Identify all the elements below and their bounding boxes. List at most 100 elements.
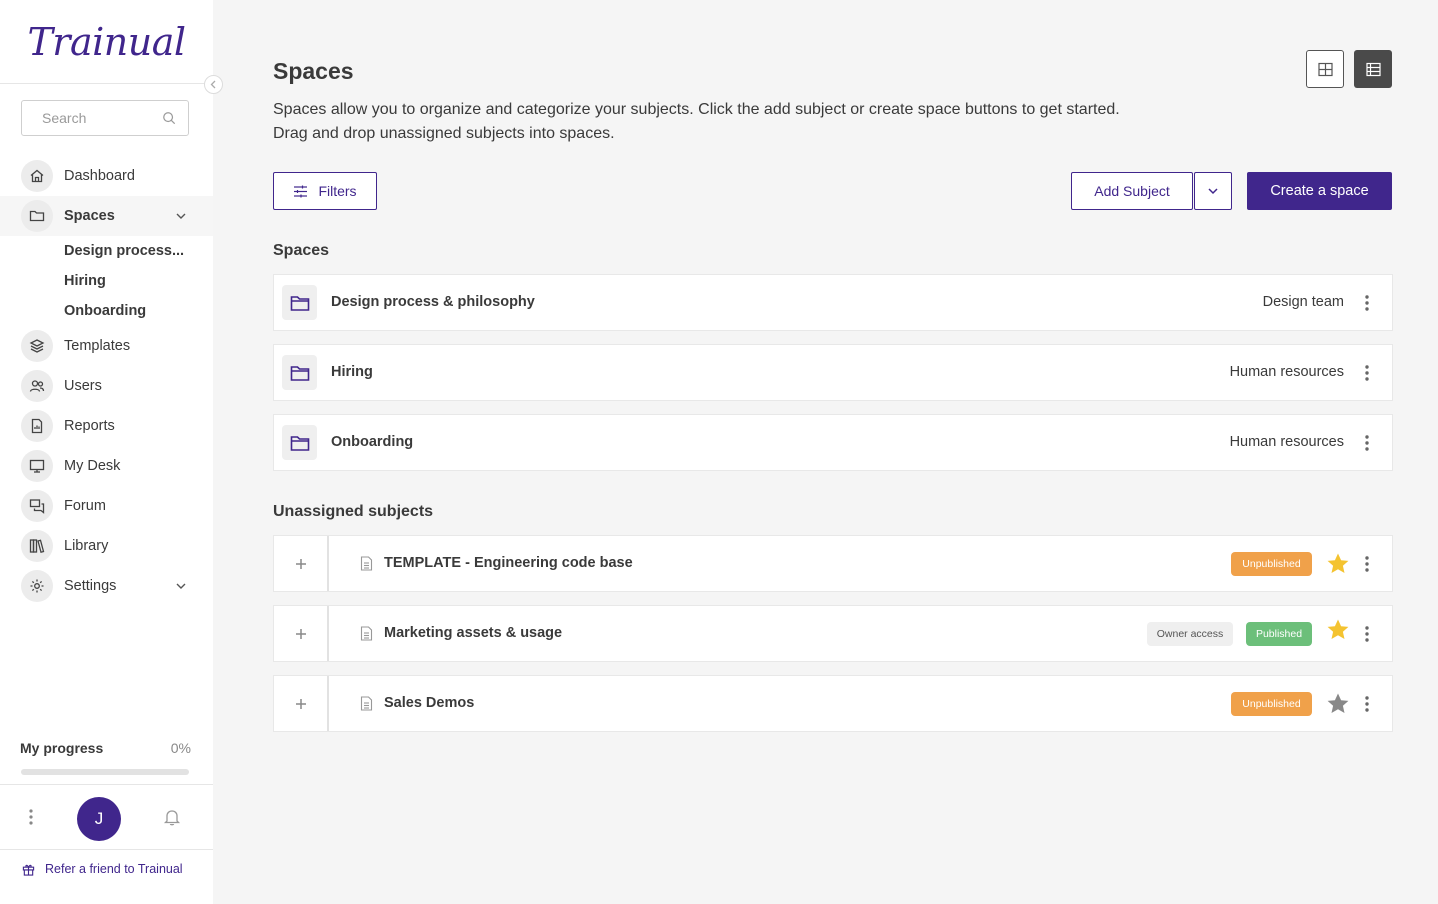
sidebar-item-my-desk[interactable]: My Desk (0, 446, 213, 486)
sidebar-item-label: Spaces (64, 208, 115, 224)
star-icon[interactable] (1326, 618, 1350, 642)
sidebar-item-label: Reports (64, 418, 115, 434)
sidebar-nav: Dashboard Spaces Design process... Hirin… (0, 156, 213, 606)
gift-icon (22, 864, 35, 876)
list-view-button[interactable] (1354, 50, 1392, 88)
space-row[interactable]: Design process & philosophy Design team (273, 274, 1393, 331)
sidebar-item-label: Users (64, 378, 102, 394)
description-line: Drag and drop unassigned subjects into s… (273, 125, 615, 142)
sidebar-item-forum[interactable]: Forum (0, 486, 213, 526)
folder-icon (282, 355, 317, 390)
unassigned-heading: Unassigned subjects (273, 503, 434, 520)
filters-button[interactable]: Filters (273, 172, 377, 210)
space-name: Hiring (331, 364, 373, 380)
more-vertical-icon[interactable] (24, 807, 38, 827)
folder-icon (282, 285, 317, 320)
sidebar-item-label: Dashboard (64, 168, 135, 184)
avatar[interactable]: J (77, 797, 121, 841)
sidebar-item-dashboard[interactable]: Dashboard (0, 156, 213, 196)
status-badge: Unpublished (1231, 692, 1312, 716)
chevron-down-icon[interactable] (175, 580, 187, 592)
sidebar: Trainual Dashboard Spaces Design process… (0, 0, 213, 904)
sidebar-item-spaces[interactable]: Spaces (0, 196, 213, 236)
search-box[interactable] (21, 100, 189, 136)
gear-icon (21, 570, 53, 602)
add-to-space-button[interactable] (274, 676, 329, 731)
more-vertical-icon[interactable] (1360, 625, 1374, 643)
sidebar-subitem-onboarding[interactable]: Onboarding (64, 296, 213, 326)
spaces-heading: Spaces (273, 242, 330, 259)
document-icon (360, 556, 373, 571)
sidebar-item-library[interactable]: Library (0, 526, 213, 566)
sidebar-subitem-hiring[interactable]: Hiring (64, 266, 213, 296)
subject-row[interactable]: Marketing assets & usage Owner access Pu… (273, 605, 1393, 662)
subject-row[interactable]: TEMPLATE - Engineering code base Unpubli… (273, 535, 1393, 592)
add-to-space-button[interactable] (274, 606, 329, 661)
bell-icon[interactable] (162, 807, 182, 827)
subject-row[interactable]: Sales Demos Unpublished (273, 675, 1393, 732)
chevron-down-icon (1208, 188, 1218, 195)
sliders-icon (294, 185, 308, 197)
status-badge: Unpublished (1231, 552, 1312, 576)
list-icon (1365, 62, 1381, 76)
chevron-down-icon[interactable] (175, 210, 187, 222)
progress-label: My progress (20, 740, 104, 756)
grid-icon (1317, 62, 1333, 76)
status-badge: Published (1246, 622, 1312, 646)
sidebar-item-reports[interactable]: Reports (0, 406, 213, 446)
space-name: Onboarding (331, 434, 414, 450)
owner-access-badge: Owner access (1147, 622, 1233, 646)
sidebar-item-label: Forum (64, 498, 106, 514)
refer-friend-label: Refer a friend to Trainual (45, 862, 183, 876)
sidebar-subitem-design[interactable]: Design process... (64, 236, 213, 266)
sidebar-item-label: Settings (64, 578, 117, 594)
space-row[interactable]: Hiring Human resources (273, 344, 1393, 401)
more-vertical-icon[interactable] (1360, 364, 1374, 382)
monitor-icon (21, 450, 53, 482)
chevron-left-icon (210, 80, 216, 89)
progress-bar (21, 769, 189, 775)
page-title: Spaces (273, 58, 354, 84)
page-description: Spaces allow you to organize and categor… (273, 98, 1173, 146)
document-icon (360, 626, 373, 641)
search-icon[interactable] (162, 110, 176, 126)
add-to-space-button[interactable] (274, 536, 329, 591)
space-team: Human resources (1229, 364, 1344, 380)
more-vertical-icon[interactable] (1360, 434, 1374, 452)
search-input[interactable] (42, 110, 162, 126)
books-icon (21, 530, 53, 562)
create-space-button[interactable]: Create a space (1247, 172, 1392, 210)
trainual-logo[interactable]: Trainual (27, 20, 186, 64)
star-icon[interactable] (1326, 552, 1350, 576)
document-icon (360, 696, 373, 711)
space-team: Human resources (1229, 434, 1344, 450)
refer-friend-link[interactable]: Refer a friend to Trainual (22, 862, 183, 876)
plus-icon (295, 558, 306, 569)
more-vertical-icon[interactable] (1360, 695, 1374, 713)
plus-icon (295, 628, 306, 639)
sidebar-item-users[interactable]: Users (0, 366, 213, 406)
more-vertical-icon[interactable] (1360, 555, 1374, 573)
space-team: Design team (1262, 294, 1344, 310)
sidebar-item-label: Templates (64, 338, 131, 354)
add-subject-button[interactable]: Add Subject (1071, 172, 1193, 210)
filters-label: Filters (318, 183, 357, 199)
space-row[interactable]: Onboarding Human resources (273, 414, 1393, 471)
spaces-subnav: Design process... Hiring Onboarding (0, 236, 213, 326)
report-icon (21, 410, 53, 442)
collapse-sidebar-button[interactable] (204, 75, 223, 94)
description-line: Spaces allow you to organize and categor… (273, 101, 1120, 118)
sidebar-item-settings[interactable]: Settings (0, 566, 213, 606)
sidebar-item-templates[interactable]: Templates (0, 326, 213, 366)
grid-view-button[interactable] (1306, 50, 1344, 88)
star-icon[interactable] (1326, 692, 1350, 716)
logo-area: Trainual (0, 0, 213, 84)
folder-icon (282, 425, 317, 460)
subject-name: Marketing assets & usage (384, 625, 563, 641)
sidebar-footer: J (0, 784, 213, 850)
sidebar-item-label: Library (64, 538, 109, 554)
more-vertical-icon[interactable] (1360, 294, 1374, 312)
add-subject-dropdown-button[interactable] (1194, 172, 1232, 210)
space-name: Design process & philosophy (331, 294, 535, 310)
users-icon (21, 370, 53, 402)
